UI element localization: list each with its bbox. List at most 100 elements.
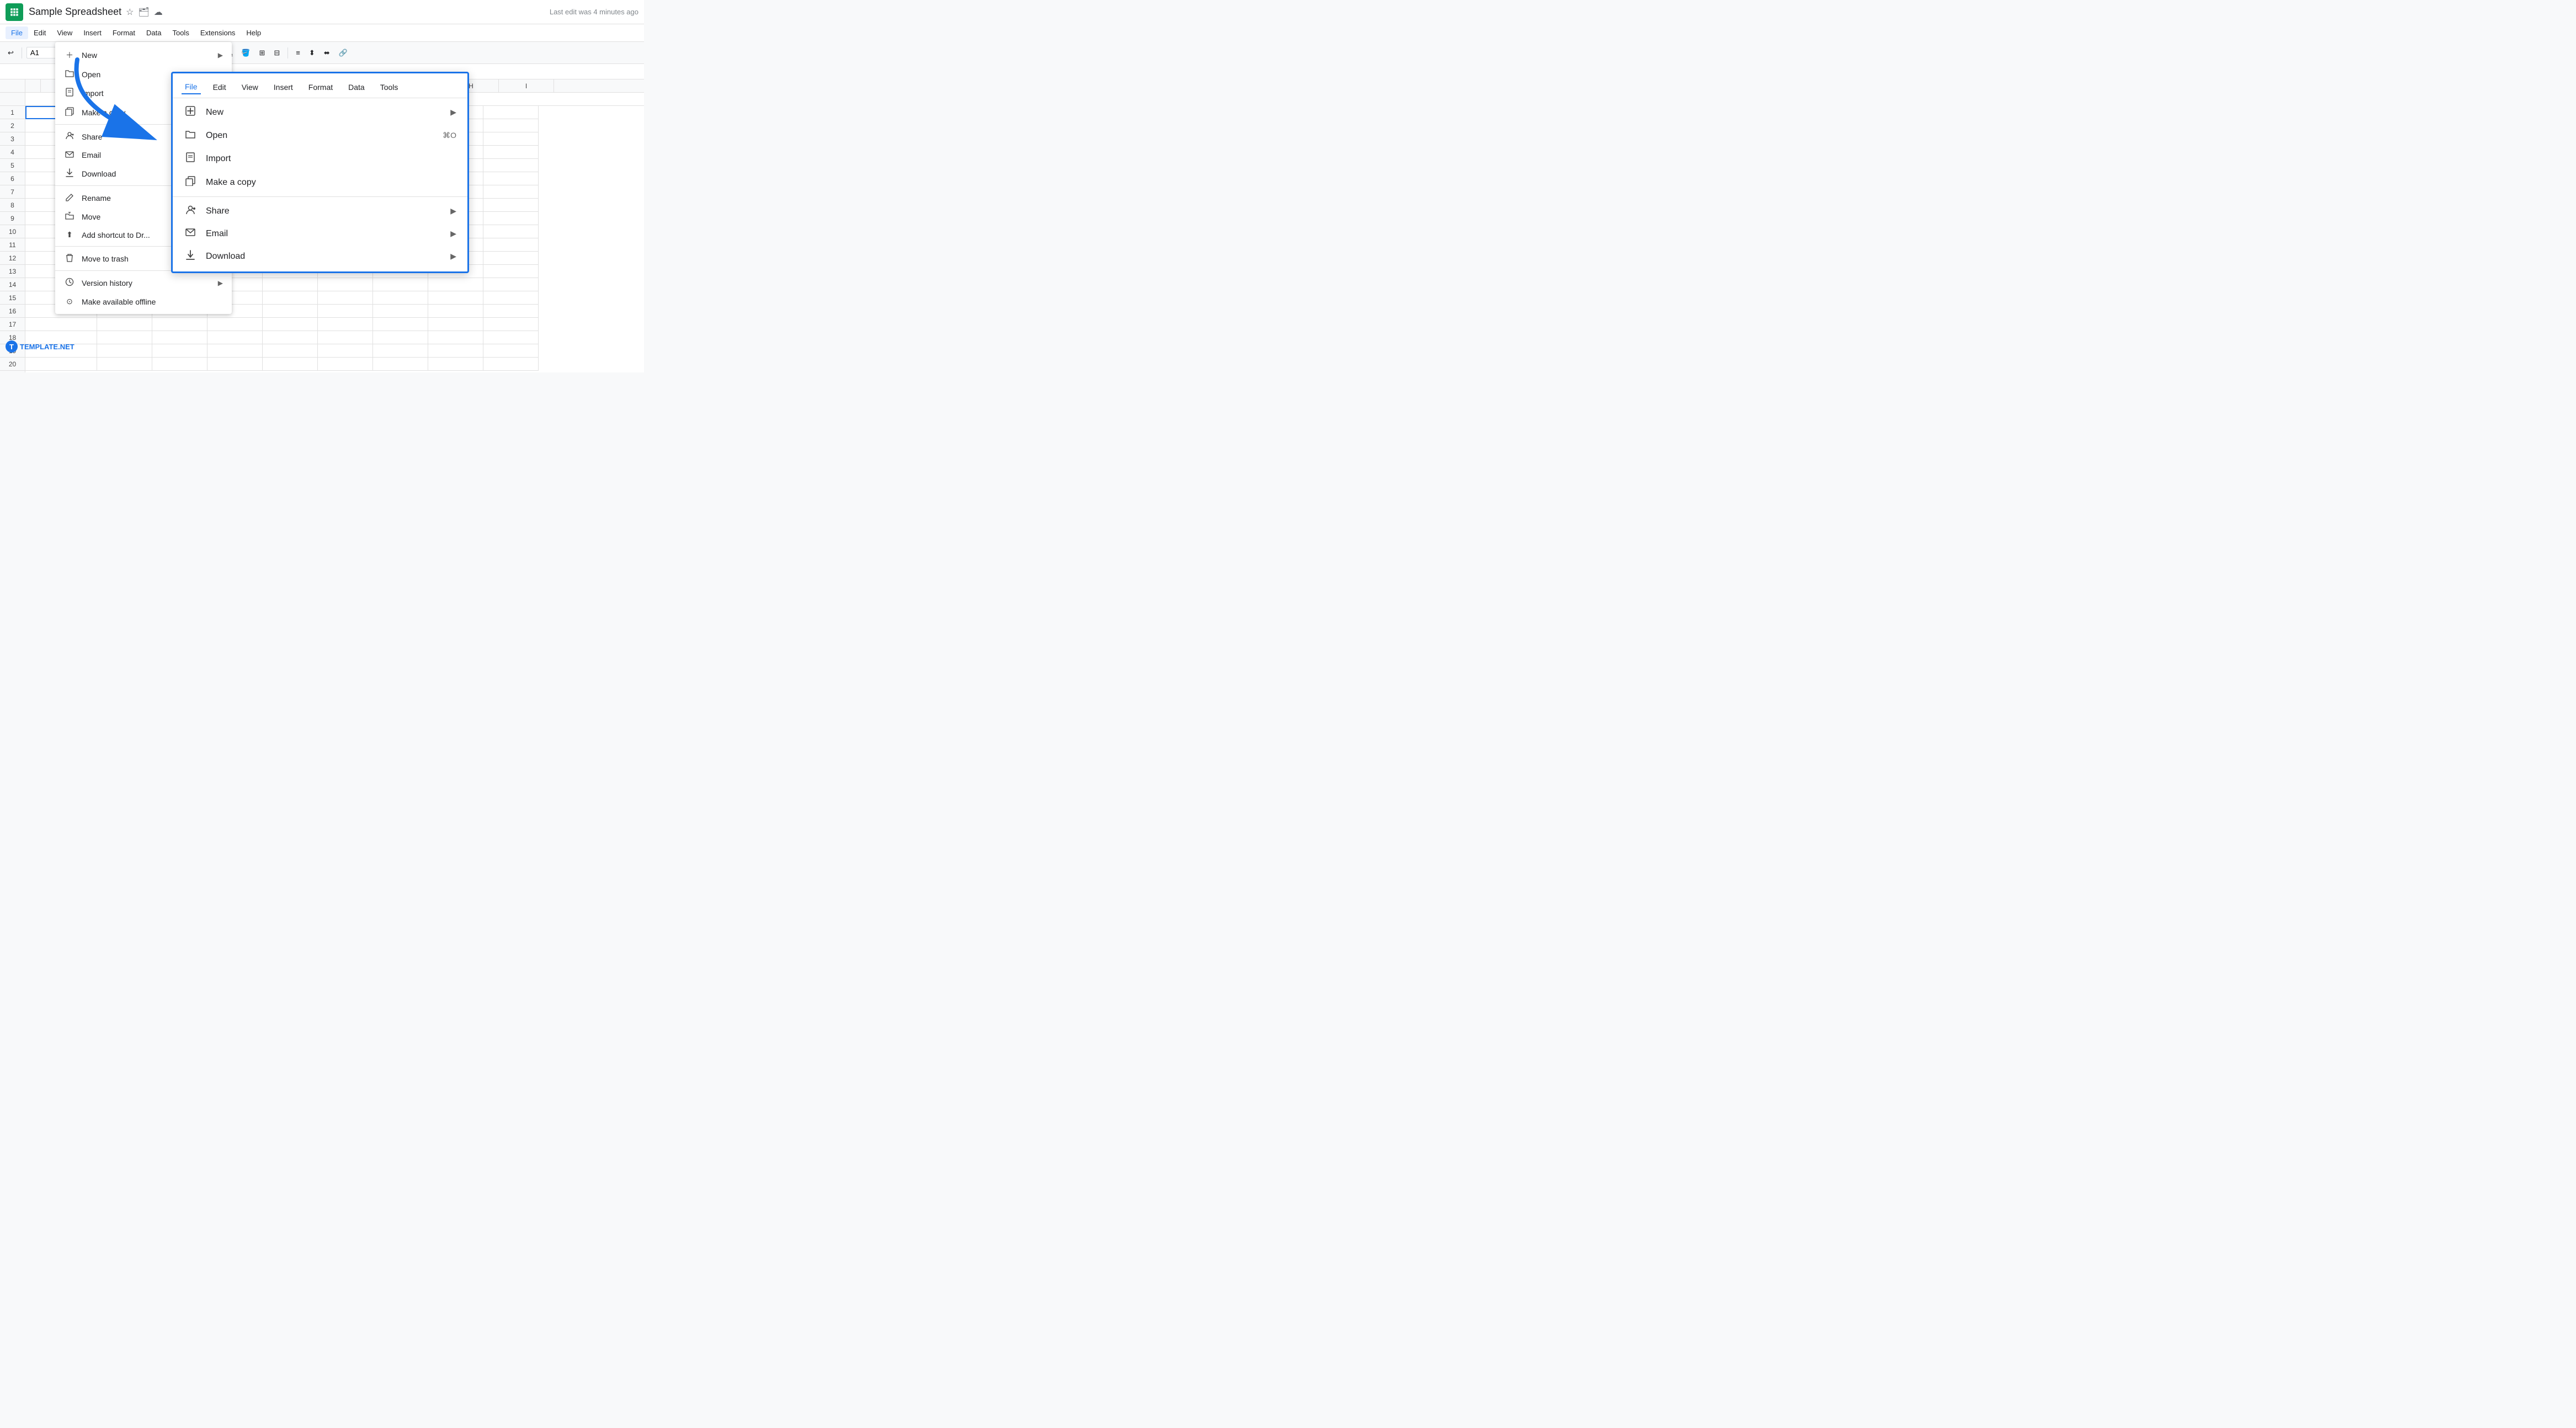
valign-button[interactable]: ⬍ [306,46,318,60]
merge-button[interactable]: ⊟ [270,46,283,60]
cell-I19[interactable] [483,344,539,358]
menu-data[interactable]: Data [141,26,167,39]
cell-H19[interactable] [428,344,483,358]
cell-B20[interactable] [97,358,152,371]
star-icon[interactable]: ☆ [126,7,134,18]
row-header-16[interactable]: 16 [0,305,25,318]
cell-I9[interactable] [483,212,539,225]
row-header-11[interactable]: 11 [0,238,25,252]
cell-F15[interactable] [318,291,373,305]
link-button[interactable]: 🔗 [336,46,351,60]
right-header-data[interactable]: Data [345,81,368,94]
cell-I6[interactable] [483,172,539,185]
row-header-7[interactable]: 7 [0,185,25,199]
row-header-6[interactable]: 6 [0,172,25,185]
row-header-8[interactable]: 8 [0,199,25,212]
row-header-1[interactable]: 1 [0,106,25,119]
cell-I20[interactable] [483,358,539,371]
cell-E15[interactable] [263,291,318,305]
cell-D19[interactable] [207,344,263,358]
cell-F18[interactable] [318,331,373,344]
right-header-file[interactable]: File [182,80,201,94]
row-header-15[interactable]: 15 [0,291,25,305]
borders-button[interactable]: ⊞ [256,46,268,60]
right-menu-new[interactable]: New ▶ [173,100,467,124]
right-menu-make-copy[interactable]: Make a copy [173,170,467,194]
right-header-tools[interactable]: Tools [377,81,402,94]
cell-G17[interactable] [373,318,428,331]
row-header-14[interactable]: 14 [0,278,25,291]
row-header-3[interactable]: 3 [0,132,25,146]
menu-extensions[interactable]: Extensions [195,26,241,39]
cell-F19[interactable] [318,344,373,358]
cell-G14[interactable] [373,278,428,291]
cell-I10[interactable] [483,225,539,238]
fill-color-button[interactable]: 🪣 [238,46,253,60]
cell-E19[interactable] [263,344,318,358]
cell-G19[interactable] [373,344,428,358]
cell-H15[interactable] [428,291,483,305]
menu-format[interactable]: Format [107,26,141,39]
cell-F16[interactable] [318,305,373,318]
cell-G18[interactable] [373,331,428,344]
cell-A17[interactable] [25,318,97,331]
cell-I11[interactable] [483,238,539,252]
text-rotate-button[interactable]: ⬌ [321,46,333,60]
right-menu-email[interactable]: Email ▶ [173,223,467,244]
cell-C18[interactable] [152,331,207,344]
cell-G15[interactable] [373,291,428,305]
right-header-insert[interactable]: Insert [270,81,296,94]
cell-I18[interactable] [483,331,539,344]
cell-E16[interactable] [263,305,318,318]
row-header-17[interactable]: 17 [0,318,25,331]
cell-I7[interactable] [483,185,539,199]
cell-I13[interactable] [483,265,539,278]
row-header-13[interactable]: 13 [0,265,25,278]
folder-icon[interactable]: 🗂 [138,7,149,18]
cell-I12[interactable] [483,252,539,265]
cell-H16[interactable] [428,305,483,318]
cloud-icon[interactable]: ☁ [154,7,163,18]
cell-F20[interactable] [318,358,373,371]
cell-I4[interactable] [483,146,539,159]
cell-I5[interactable] [483,159,539,172]
cell-E18[interactable] [263,331,318,344]
align-button[interactable]: ≡ [292,46,304,59]
menu-insert[interactable]: Insert [78,26,107,39]
cell-F17[interactable] [318,318,373,331]
cell-G20[interactable] [373,358,428,371]
right-header-edit[interactable]: Edit [210,81,230,94]
row-header-12[interactable]: 12 [0,252,25,265]
cell-A20[interactable] [25,358,97,371]
cell-F14[interactable] [318,278,373,291]
cell-I16[interactable] [483,305,539,318]
cell-B18[interactable] [97,331,152,344]
cell-I8[interactable] [483,199,539,212]
menu-tools[interactable]: Tools [167,26,194,39]
row-header-2[interactable]: 2 [0,119,25,132]
row-header-20[interactable]: 20 [0,358,25,371]
right-menu-import[interactable]: Import [173,147,467,170]
left-menu-new[interactable]: ＋ New ▶ [55,45,232,65]
row-header-9[interactable]: 9 [0,212,25,225]
right-header-view[interactable]: View [238,81,262,94]
cell-H17[interactable] [428,318,483,331]
row-header-4[interactable]: 4 [0,146,25,159]
cell-D17[interactable] [207,318,263,331]
row-header-10[interactable]: 10 [0,225,25,238]
left-menu-offline[interactable]: ⊙ Make available offline [55,292,232,311]
right-menu-open[interactable]: Open ⌘O [173,124,467,147]
cell-G16[interactable] [373,305,428,318]
menu-file[interactable]: File [6,26,28,39]
cell-C20[interactable] [152,358,207,371]
right-menu-download[interactable]: Download ▶ [173,244,467,268]
cell-I2[interactable] [483,119,539,132]
menu-help[interactable]: Help [241,26,267,39]
cell-I14[interactable] [483,278,539,291]
cell-I1[interactable] [483,106,539,119]
right-header-format[interactable]: Format [305,81,336,94]
menu-edit[interactable]: Edit [28,26,51,39]
menu-view[interactable]: View [51,26,78,39]
right-menu-share[interactable]: Share ▶ [173,199,467,223]
cell-C19[interactable] [152,344,207,358]
